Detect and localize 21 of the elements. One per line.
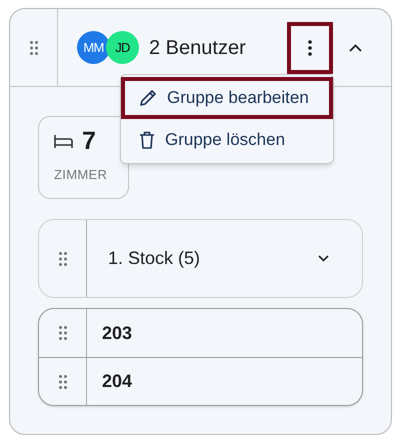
stat-value: 7: [82, 129, 96, 154]
more-button[interactable]: [287, 22, 333, 74]
user-count: 2 Benutzer: [149, 36, 246, 60]
floor-title: 1. Stock (5): [108, 247, 200, 270]
user-avatar: MM: [77, 31, 110, 64]
menu-item[interactable]: Gruppe bearbeiten: [121, 77, 333, 119]
drag-handle-icon[interactable]: [58, 252, 66, 266]
pencil-icon: [139, 89, 157, 107]
stat-label: ZIMMER: [54, 166, 108, 184]
bed-icon: [54, 135, 73, 148]
drag-handle-icon[interactable]: [58, 374, 66, 388]
user-avatar: JD: [106, 31, 139, 64]
chevron-up-icon: [348, 44, 362, 52]
room-number: 203: [102, 322, 132, 344]
more-icon: [308, 40, 312, 56]
chevron-down-icon: [318, 255, 328, 262]
room-number: 204: [102, 370, 132, 393]
drag-handle-icon[interactable]: [58, 326, 66, 340]
drag-handle-icon[interactable]: [30, 40, 38, 54]
trash-icon: [139, 131, 155, 149]
menu-item[interactable]: Gruppe löschen: [121, 119, 333, 161]
